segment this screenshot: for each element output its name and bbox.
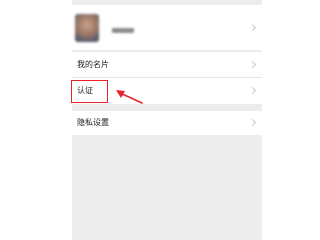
- settings-item-my-card[interactable]: 我的名片: [72, 52, 262, 77]
- highlight-box: [71, 80, 108, 103]
- settings-item-label: 我的名片: [77, 60, 109, 69]
- settings-item-label: 隐私设置: [77, 118, 109, 127]
- chevron-right-icon: [248, 118, 257, 127]
- settings-item-privacy[interactable]: 隐私设置: [72, 111, 262, 135]
- profile-name-blurred: [112, 28, 134, 33]
- chevron-right-icon: [248, 86, 257, 95]
- settings-screen: 我的名片 认证 隐私设置: [72, 0, 262, 240]
- profile-row[interactable]: [72, 5, 262, 50]
- red-arrow-icon: [116, 90, 143, 104]
- avatar: [75, 14, 99, 42]
- chevron-right-icon: [248, 23, 257, 32]
- chevron-right-icon: [248, 60, 257, 69]
- screenshot-page: 我的名片 认证 隐私设置: [0, 0, 320, 240]
